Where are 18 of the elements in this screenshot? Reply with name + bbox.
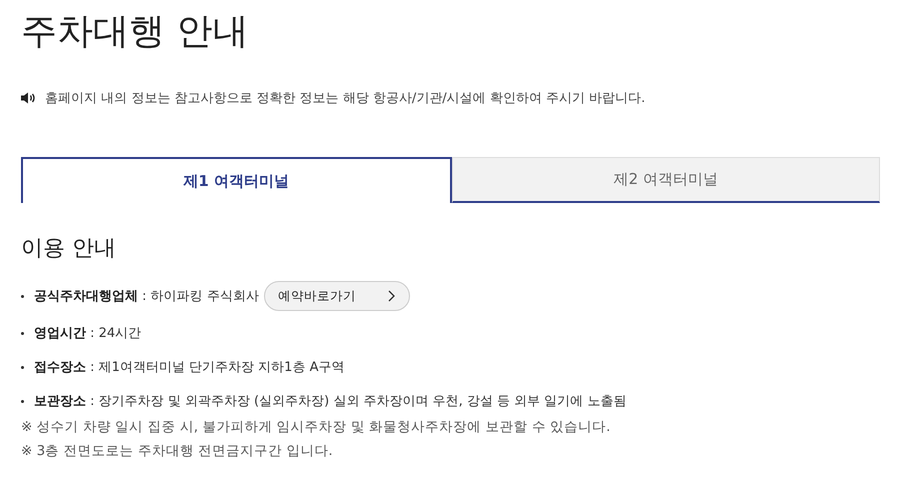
note-text: ※ 3층 전면도로는 주차대행 전면금지구간 입니다. — [21, 442, 334, 461]
bullet-icon — [21, 366, 24, 368]
speaker-icon — [21, 92, 37, 104]
reserve-button[interactable]: 예약바로가기 — [264, 281, 410, 311]
notice-text: 홈페이지 내의 정보는 참고사항으로 정확한 정보는 해당 항공사/기관/시설에 확인하여 주시기 바랍니다. — [45, 90, 646, 107]
tab[interactable]: 제2 여객터미널 — [452, 157, 880, 203]
chevron-icon — [388, 290, 395, 302]
page-title: 주차대행 안내 — [21, 10, 250, 54]
bullet-icon — [21, 332, 24, 334]
info-text: 공식주차대행업체 : 하이파킹 주식회사 — [34, 288, 259, 305]
tab[interactable]: 제1 여객터미널 — [21, 157, 452, 203]
note-text: ※ 성수기 차량 일시 집중 시, 불가피하게 임시주차장 및 화물청사주차장에 보관할 수 있습니다. — [21, 418, 612, 437]
info-text: 영업시간 : 24시간 — [34, 325, 142, 342]
info-text: 접수장소 : 제1여객터미널 단기주차장 지하1층 A구역 — [34, 359, 344, 376]
bullet-icon — [21, 294, 24, 298]
info-text: 보관장소 : 장기주차장 및 외곽주차장 (실외주차장) 실외 주차장이며 우천, 강설 등 외부 일기에 노출됨 — [34, 393, 626, 410]
bullet-icon — [21, 400, 24, 402]
section-heading: 이용 안내 — [21, 235, 117, 263]
